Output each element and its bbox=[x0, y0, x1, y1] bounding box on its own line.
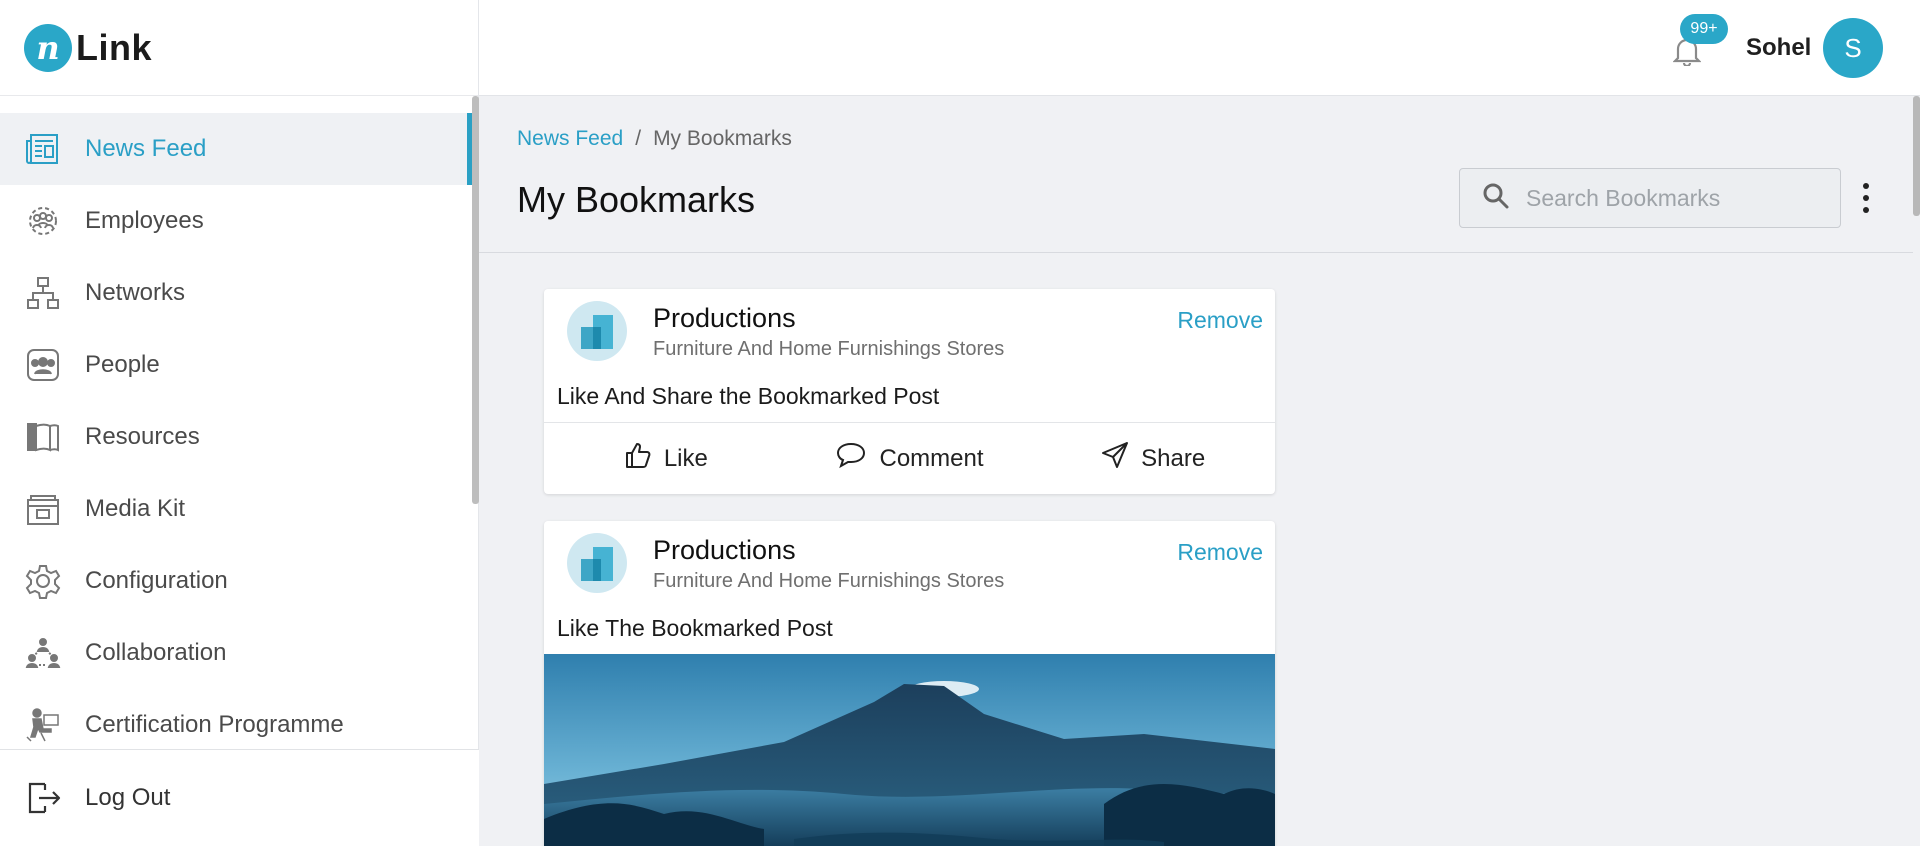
sidebar-item-label: Employees bbox=[85, 207, 204, 234]
organization-name[interactable]: Productions bbox=[653, 303, 796, 334]
sidebar-item-label: Collaboration bbox=[85, 639, 227, 666]
comment-button[interactable]: Comment bbox=[788, 441, 1032, 476]
sidebar-item-resources[interactable]: Resources bbox=[0, 401, 472, 473]
search-box bbox=[1459, 168, 1841, 228]
book-icon bbox=[24, 419, 61, 456]
organization-logo-icon[interactable] bbox=[567, 301, 627, 361]
logo-mark-letter: n bbox=[36, 28, 60, 67]
sidebar-nav: News Feed Employees Networks People Reso… bbox=[0, 113, 472, 761]
thumbs-up-icon bbox=[624, 441, 652, 476]
gear-icon bbox=[24, 563, 61, 600]
share-button[interactable]: Share bbox=[1031, 441, 1275, 476]
avatar[interactable]: S bbox=[1823, 18, 1883, 78]
logout-icon bbox=[24, 780, 61, 817]
sidebar-item-networks[interactable]: Networks bbox=[0, 257, 472, 329]
top-bar: 99+ Sohel S bbox=[479, 0, 1920, 96]
bookmark-card: Productions Furniture And Home Furnishin… bbox=[544, 521, 1275, 846]
user-name[interactable]: Sohel bbox=[1746, 34, 1811, 62]
logout-button[interactable]: Log Out bbox=[0, 749, 479, 846]
breadcrumb-news-feed-link[interactable]: News Feed bbox=[517, 127, 623, 151]
sidebar-item-employees[interactable]: Employees bbox=[0, 185, 472, 257]
post-text: Like The Bookmarked Post bbox=[557, 615, 833, 641]
sidebar-item-media-kit[interactable]: Media Kit bbox=[0, 473, 472, 545]
breadcrumb-current: My Bookmarks bbox=[653, 127, 792, 150]
comment-icon bbox=[835, 441, 867, 476]
header-divider bbox=[479, 252, 1913, 253]
post-text: Like And Share the Bookmarked Post bbox=[557, 383, 940, 409]
post-image-mountain[interactable] bbox=[544, 654, 1275, 846]
sidebar-scrollbar[interactable] bbox=[472, 96, 479, 504]
card-header: Productions Furniture And Home Furnishin… bbox=[544, 521, 1275, 609]
logo-mark-icon: n bbox=[24, 23, 72, 72]
people-icon bbox=[24, 347, 61, 384]
notification-badge: 99+ bbox=[1680, 14, 1728, 44]
collaboration-icon bbox=[24, 635, 61, 672]
post-actions: Like Comment Share bbox=[544, 422, 1275, 494]
sidebar-item-configuration[interactable]: Configuration bbox=[0, 545, 472, 617]
sidebar-item-label: People bbox=[85, 351, 160, 378]
card-header: Productions Furniture And Home Furnishin… bbox=[544, 289, 1275, 377]
breadcrumb-separator: / bbox=[635, 127, 642, 150]
more-options-icon[interactable] bbox=[1861, 183, 1871, 213]
comment-label: Comment bbox=[879, 444, 984, 472]
like-label: Like bbox=[663, 444, 708, 472]
share-label: Share bbox=[1141, 444, 1206, 472]
newspaper-icon bbox=[24, 131, 61, 168]
organization-category: Furniture And Home Furnishings Stores bbox=[653, 570, 1005, 592]
media-kit-icon bbox=[24, 491, 61, 528]
employees-icon bbox=[24, 203, 61, 240]
sidebar-item-label: Certification Programme bbox=[85, 711, 344, 738]
breadcrumb: News Feed / My Bookmarks bbox=[517, 127, 792, 151]
content-scrollbar[interactable] bbox=[1913, 96, 1920, 216]
sidebar-item-label: Configuration bbox=[85, 567, 228, 594]
send-icon bbox=[1101, 441, 1129, 476]
sidebar-item-label: Resources bbox=[85, 423, 200, 450]
app-logo[interactable]: n Link bbox=[0, 0, 478, 96]
bookmark-card: Productions Furniture And Home Furnishin… bbox=[544, 289, 1275, 494]
logout-label: Log Out bbox=[85, 784, 171, 811]
logo-text: Link bbox=[76, 26, 153, 68]
sidebar-item-label: News Feed bbox=[85, 135, 207, 162]
sidebar-item-label: Media Kit bbox=[85, 495, 186, 522]
remove-bookmark-button[interactable]: Remove bbox=[1177, 539, 1263, 566]
main-content: News Feed / My Bookmarks My Bookmarks Pr… bbox=[479, 96, 1920, 846]
search-input[interactable] bbox=[1526, 184, 1826, 212]
sidebar-item-collaboration[interactable]: Collaboration bbox=[0, 617, 472, 689]
certification-icon bbox=[24, 707, 61, 744]
network-icon bbox=[24, 275, 61, 312]
page-title: My Bookmarks bbox=[517, 179, 756, 220]
sidebar-item-news-feed[interactable]: News Feed bbox=[0, 113, 472, 185]
remove-bookmark-button[interactable]: Remove bbox=[1177, 307, 1263, 334]
sidebar-item-people[interactable]: People bbox=[0, 329, 472, 401]
sidebar-item-label: Networks bbox=[85, 279, 186, 306]
organization-name[interactable]: Productions bbox=[653, 535, 796, 566]
search-icon bbox=[1482, 182, 1510, 215]
organization-logo-icon[interactable] bbox=[567, 533, 627, 593]
organization-category: Furniture And Home Furnishings Stores bbox=[653, 338, 1005, 360]
like-button[interactable]: Like bbox=[544, 441, 788, 476]
sidebar: n Link News Feed Employees Networks Peop… bbox=[0, 0, 479, 846]
